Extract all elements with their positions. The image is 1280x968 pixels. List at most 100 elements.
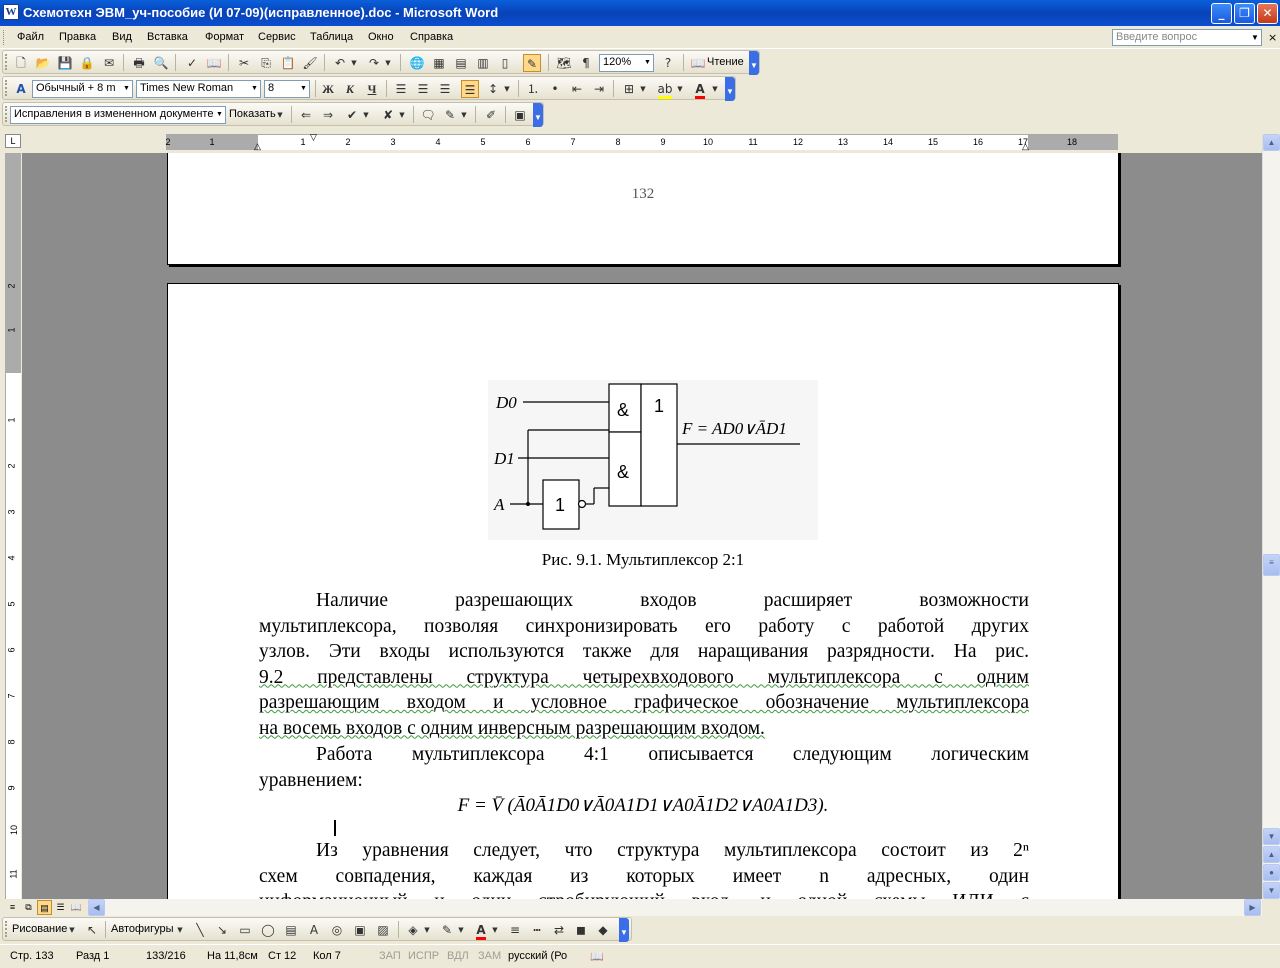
- page-previous[interactable]: 132: [167, 153, 1119, 265]
- autoshapes-menu-button[interactable]: Автофигуры: [111, 923, 174, 935]
- help-icon[interactable]: ?: [659, 54, 677, 72]
- chevron-down-icon[interactable]: ▼: [459, 106, 469, 124]
- menu-grip[interactable]: [3, 30, 6, 45]
- open-folder-icon[interactable]: 📂: [34, 54, 52, 72]
- excel-sheet-icon[interactable]: ▥: [474, 54, 492, 72]
- status-overtype[interactable]: ЗАМ: [478, 950, 501, 962]
- display-for-review-select[interactable]: Исправления в измененном документе ▼: [10, 106, 226, 124]
- browse-previous-icon[interactable]: ▲: [1263, 846, 1280, 863]
- scroll-thumb[interactable]: ≡: [1263, 554, 1280, 576]
- redo-icon[interactable]: ↷: [365, 54, 383, 72]
- horizontal-scrollbar[interactable]: ◀ ▶: [88, 899, 1262, 916]
- fill-color-icon[interactable]: ◈: [404, 921, 422, 939]
- menu-format[interactable]: Формат: [205, 31, 244, 43]
- ask-question-input[interactable]: Введите вопрос ▼: [1112, 29, 1262, 46]
- hyperlink-icon[interactable]: 🌐: [408, 54, 426, 72]
- page-current[interactable]: D0 D1 A F = AD0∨ĀD1 & & 1 1 Рис. 9.1. Му…: [167, 283, 1119, 899]
- wordart-icon[interactable]: A: [305, 921, 323, 939]
- chevron-down-icon[interactable]: ▼: [422, 921, 432, 939]
- chevron-down-icon[interactable]: ▼: [383, 54, 393, 72]
- oval-icon[interactable]: ◯: [259, 921, 277, 939]
- browse-object-icon[interactable]: ●: [1263, 864, 1280, 881]
- diagram-icon[interactable]: ◎: [328, 921, 346, 939]
- chevron-down-icon[interactable]: ▼: [397, 106, 407, 124]
- align-center-icon[interactable]: ☰: [414, 80, 432, 98]
- toolbar-grip[interactable]: [5, 921, 8, 937]
- insert-comment-icon[interactable]: 🗨: [419, 106, 437, 124]
- drawing-icon[interactable]: ✎: [523, 54, 541, 72]
- scroll-left-icon[interactable]: ◀: [88, 899, 105, 916]
- arrow-icon[interactable]: ↘: [213, 921, 231, 939]
- undo-icon[interactable]: ↶: [331, 54, 349, 72]
- select-objects-icon[interactable]: ↖: [83, 921, 101, 939]
- print-layout-icon[interactable]: ▤: [37, 900, 52, 915]
- shadow-style-icon[interactable]: ◼: [572, 921, 590, 939]
- chevron-down-icon[interactable]: ▼: [175, 921, 185, 939]
- cut-icon[interactable]: ✂: [235, 54, 253, 72]
- toolbar-grip[interactable]: [5, 80, 8, 96]
- line-style-icon[interactable]: ≡: [506, 921, 524, 939]
- textbox-icon[interactable]: ▤: [282, 921, 300, 939]
- scroll-up-icon[interactable]: ▲: [1263, 134, 1280, 151]
- chevron-down-icon[interactable]: ▼: [456, 921, 466, 939]
- web-layout-icon[interactable]: ⧉: [21, 900, 36, 915]
- toolbar-options-icon[interactable]: ▼: [619, 918, 629, 942]
- columns-icon[interactable]: ▯: [496, 54, 514, 72]
- styles-formatting-icon[interactable]: A: [12, 80, 30, 98]
- chevron-down-icon[interactable]: ▼: [490, 921, 500, 939]
- bullets-icon[interactable]: •: [546, 80, 564, 98]
- close-button[interactable]: ✕: [1257, 3, 1278, 24]
- horizontal-ruler[interactable]: 2 1 1 2 3 4 5 6 7 8 9 10 11 12 13 14 15 …: [165, 132, 1118, 152]
- chevron-down-icon[interactable]: ▼: [642, 55, 653, 71]
- align-left-icon[interactable]: ☰: [392, 80, 410, 98]
- align-right-icon[interactable]: ☰: [436, 80, 454, 98]
- toolbar-options-icon[interactable]: ▼: [749, 51, 759, 75]
- chevron-down-icon[interactable]: ▼: [121, 81, 132, 97]
- chevron-down-icon[interactable]: ▼: [638, 80, 648, 98]
- chevron-down-icon[interactable]: ▼: [710, 80, 720, 98]
- chevron-down-icon[interactable]: ▼: [249, 81, 260, 97]
- maximize-button[interactable]: ❐: [1234, 3, 1255, 24]
- reject-change-icon[interactable]: ✘: [379, 106, 397, 124]
- clipart-icon[interactable]: ▣: [351, 921, 369, 939]
- document-map-icon[interactable]: 🗺: [555, 54, 573, 72]
- borders-icon[interactable]: ⊞: [620, 80, 638, 98]
- multiplexer-figure[interactable]: D0 D1 A F = AD0∨ĀD1 & & 1 1: [488, 380, 818, 540]
- decrease-indent-icon[interactable]: ⇤: [568, 80, 586, 98]
- italic-button[interactable]: К: [341, 80, 359, 98]
- tables-borders-icon[interactable]: ▦: [430, 54, 448, 72]
- menu-help[interactable]: Справка: [410, 31, 453, 43]
- toolbar-options-icon[interactable]: ▼: [533, 103, 543, 127]
- justify-icon[interactable]: ☰: [461, 80, 479, 98]
- show-formatting-icon[interactable]: ¶: [577, 54, 595, 72]
- right-indent-marker[interactable]: △: [1022, 141, 1029, 152]
- tab-selector[interactable]: L: [5, 134, 21, 148]
- save-icon[interactable]: 💾: [56, 54, 74, 72]
- zoom-select[interactable]: 120% ▼: [599, 54, 654, 72]
- insert-table-icon[interactable]: ▤: [452, 54, 470, 72]
- new-document-icon[interactable]: 🗋: [12, 54, 30, 72]
- reading-view-icon[interactable]: 📖: [69, 900, 84, 915]
- chevron-down-icon[interactable]: ▼: [214, 107, 225, 123]
- chevron-down-icon[interactable]: ▼: [1249, 30, 1261, 45]
- first-line-indent-marker[interactable]: ▽: [310, 132, 317, 143]
- paragraph-3[interactable]: Из уравнения следует, что структура муль…: [259, 838, 1029, 899]
- print-icon[interactable]: 🖶: [130, 54, 148, 72]
- paste-icon[interactable]: 📋: [279, 54, 297, 72]
- reading-layout-button[interactable]: Чтение: [707, 56, 744, 68]
- chevron-down-icon[interactable]: ▼: [275, 106, 285, 124]
- vertical-scrollbar[interactable]: ▲ ≡ ▼ ▲ ● ▼: [1262, 134, 1280, 899]
- status-track-changes[interactable]: ИСПР: [408, 950, 439, 962]
- menu-window[interactable]: Окно: [368, 31, 394, 43]
- spelling-icon[interactable]: ✓: [183, 54, 201, 72]
- outline-view-icon[interactable]: ☰: [53, 900, 68, 915]
- chevron-down-icon[interactable]: ▼: [349, 54, 359, 72]
- dash-style-icon[interactable]: ┅: [528, 921, 546, 939]
- numbering-icon[interactable]: ⒈: [524, 80, 542, 98]
- line-icon[interactable]: ╲: [191, 921, 209, 939]
- rectangle-icon[interactable]: ▭: [236, 921, 254, 939]
- email-icon[interactable]: ✉: [100, 54, 118, 72]
- left-indent-marker[interactable]: △: [254, 141, 261, 152]
- research-icon[interactable]: 📖: [205, 54, 223, 72]
- previous-change-icon[interactable]: ⇐: [297, 106, 315, 124]
